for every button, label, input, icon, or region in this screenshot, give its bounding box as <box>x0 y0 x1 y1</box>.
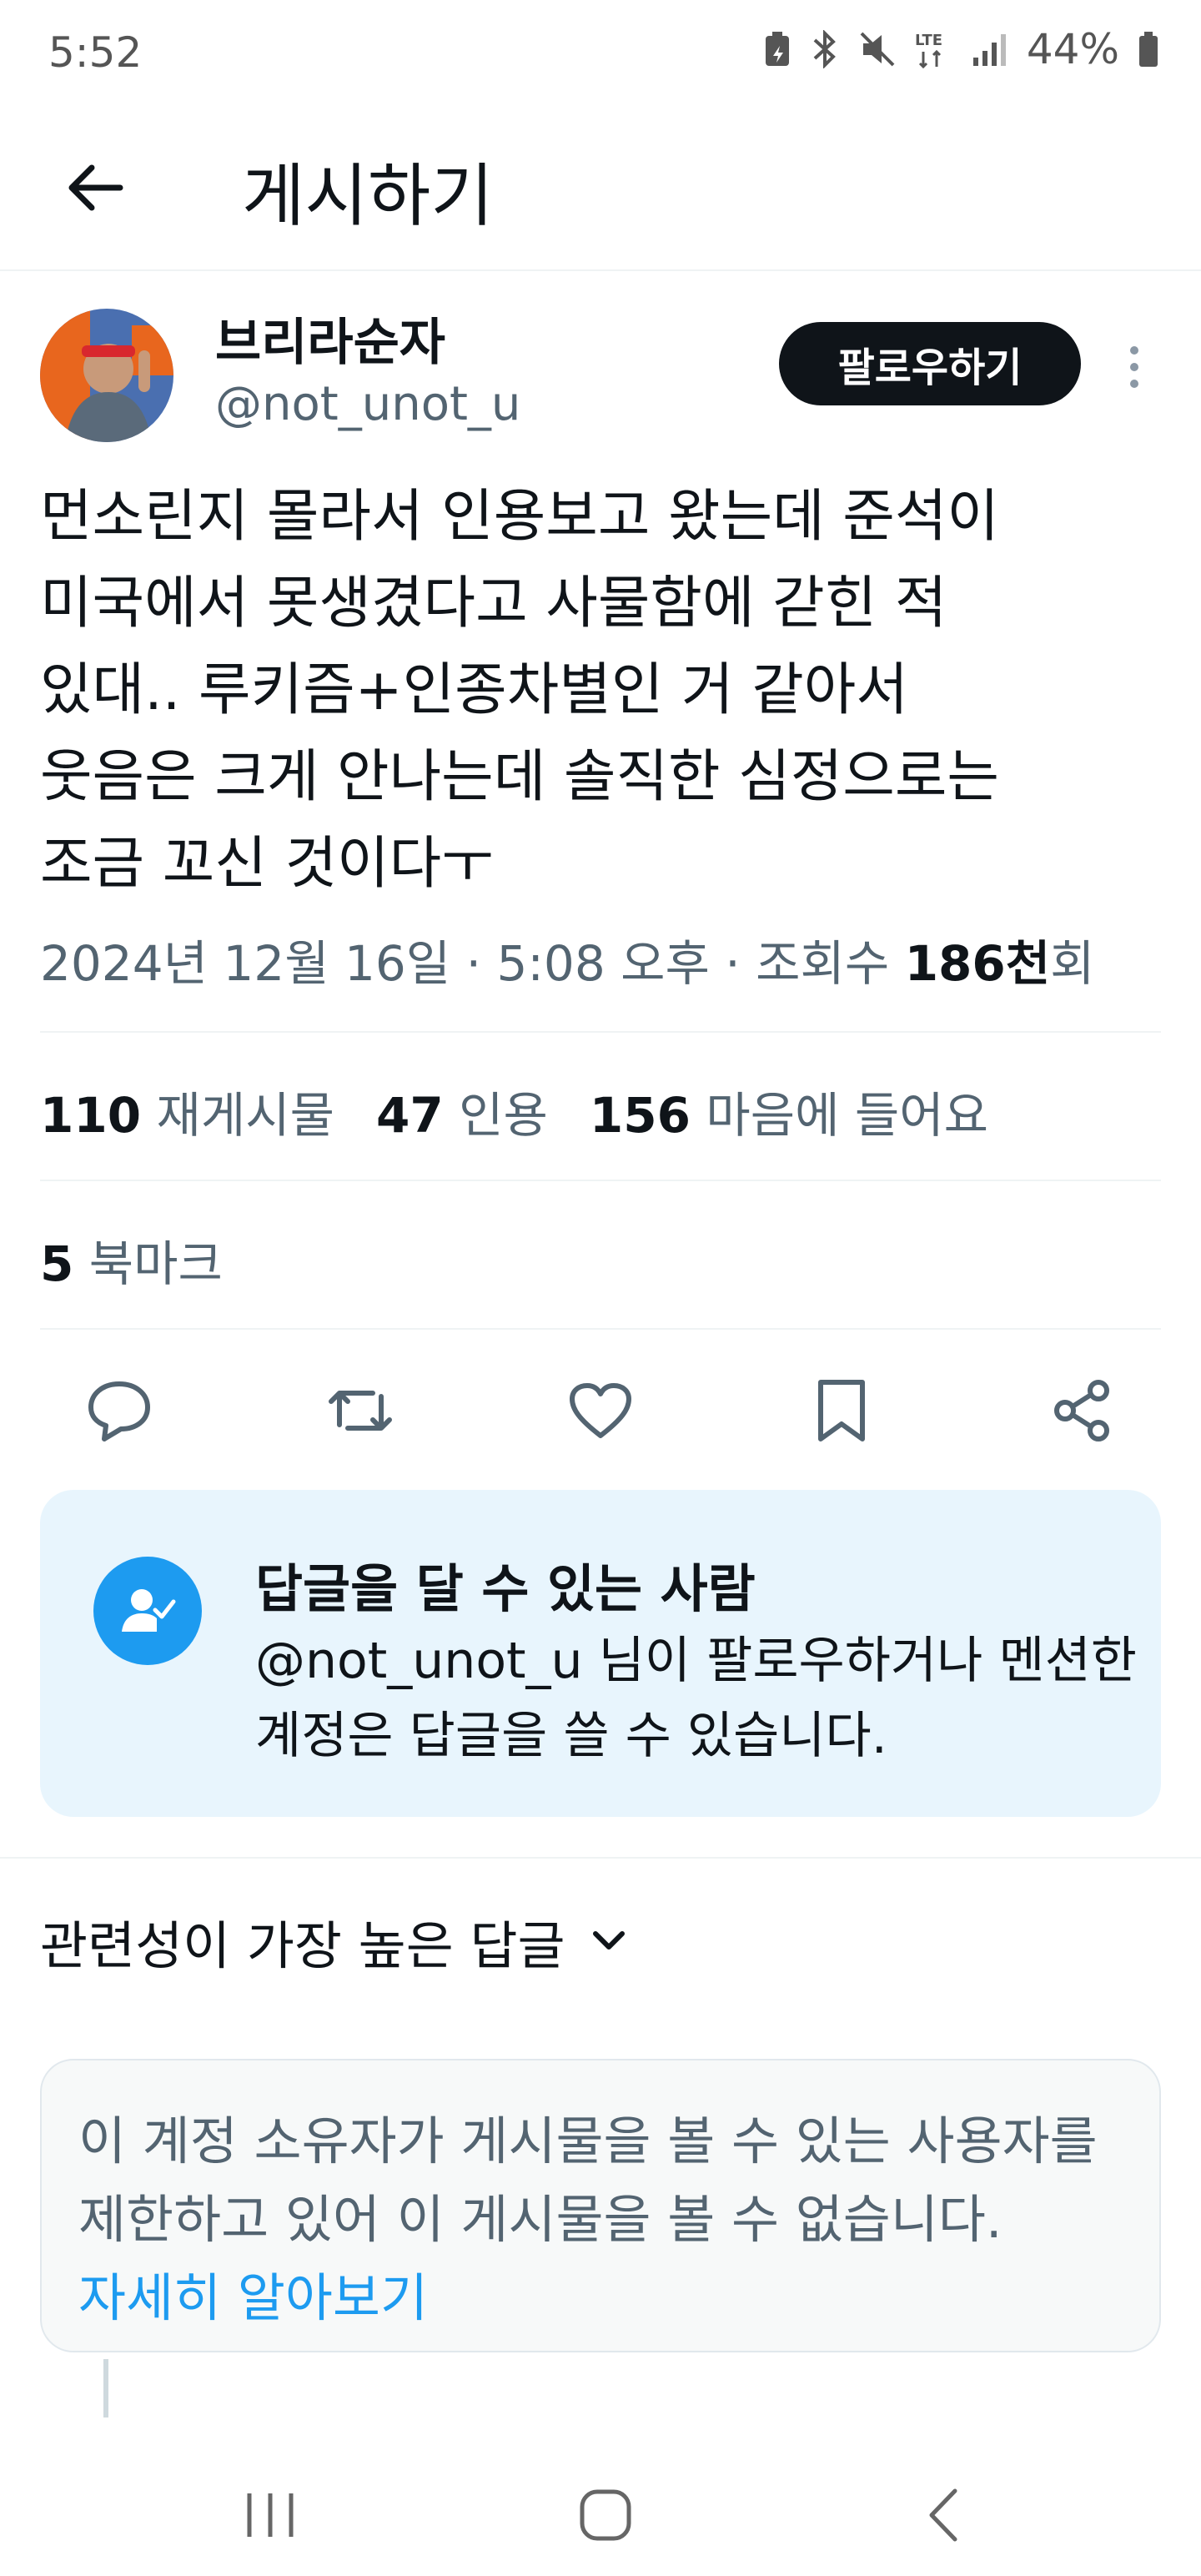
svg-text:LTE: LTE <box>915 32 942 49</box>
quotes-count: 47 <box>375 1087 444 1144</box>
reply-button[interactable] <box>82 1373 157 1448</box>
reposts-count: 110 <box>40 1087 142 1144</box>
reply-sort-dropdown[interactable]: 관련성이 가장 높은 답글 <box>40 1904 627 1979</box>
author-handle[interactable]: @not_unot_u <box>215 377 520 431</box>
bluetooth-icon <box>813 30 836 68</box>
likes-label: 마음에 들어요 <box>706 1087 988 1144</box>
learn-more-link[interactable]: 자세히 알아보기 <box>78 2259 1123 2337</box>
system-navigation-bar <box>0 2453 1201 2576</box>
recent-apps-button[interactable] <box>220 2478 320 2553</box>
post-text: 먼소린지 몰라서 인용보고 왔는데 준석이 미국에서 못생겼다고 사물함에 갇힌… <box>40 484 999 897</box>
author-avatar[interactable] <box>40 309 173 442</box>
likes-count: 156 <box>589 1087 691 1144</box>
bookmark-icon <box>817 1380 865 1441</box>
repost-icon <box>328 1391 392 1431</box>
bookmark-button[interactable] <box>804 1373 879 1448</box>
lte-icon: LTE <box>915 32 942 69</box>
author-name[interactable]: 브리라순자 <box>215 302 445 375</box>
more-dot <box>1130 363 1138 371</box>
bookmarks-count: 5 <box>40 1235 74 1292</box>
engagement-stats: 110 재게시물 47 인용 156 마음에 들어요 <box>40 1076 988 1146</box>
back-button[interactable] <box>57 150 132 225</box>
action-bar <box>40 1365 1161 1457</box>
mute-icon <box>860 32 895 67</box>
recent-apps-icon <box>247 2493 294 2537</box>
status-bar: 5:52 LTE 44% <box>0 0 1201 108</box>
avatar-image <box>40 309 173 442</box>
person-check-icon <box>93 1557 202 1665</box>
system-back-button[interactable] <box>892 2478 992 2553</box>
more-vertical-icon <box>1130 346 1138 355</box>
more-dot <box>1130 380 1138 388</box>
share-button[interactable] <box>1044 1373 1119 1448</box>
divider <box>40 1180 1161 1181</box>
bookmarks-stat[interactable]: 5 북마크 <box>40 1225 223 1295</box>
battery-icon <box>1139 32 1158 67</box>
bookmarks-label: 북마크 <box>88 1235 223 1292</box>
post-timestamp: 2024년 12월 16일 · 5:08 오후 · 조회수 <box>40 935 905 992</box>
status-time: 5:52 <box>48 28 143 77</box>
page-title: 게시하기 <box>242 157 494 236</box>
reply-permission-card: 답글을 달 수 있는 사람 @not_unot_u 님이 팔로우하거나 멘션한 … <box>40 1490 1161 1817</box>
hidden-post-text: 이 계정 소유자가 게시물을 볼 수 있는 사용자를 제한하고 있어 이 게시물… <box>78 2111 1098 2250</box>
battery-percent: 44% <box>1026 25 1119 73</box>
status-icons: LTE 44% <box>763 25 1159 73</box>
quotes-label: 인용 <box>459 1087 548 1144</box>
system-back-icon <box>929 2488 957 2542</box>
comment-icon <box>88 1381 150 1441</box>
divider <box>40 1328 1161 1330</box>
hidden-post-notice: 이 계정 소유자가 게시물을 볼 수 있는 사용자를 제한하고 있어 이 게시물… <box>40 2059 1161 2352</box>
heart-icon <box>570 1383 631 1438</box>
reposts-stat[interactable]: 110 재게시물 <box>40 1076 334 1146</box>
quotes-stat[interactable]: 47 인용 <box>376 1076 548 1146</box>
thread-line <box>103 2359 108 2418</box>
like-button[interactable] <box>563 1373 638 1448</box>
likes-stat[interactable]: 156 마음에 들어요 <box>590 1076 988 1146</box>
more-options-button[interactable] <box>1109 334 1159 400</box>
share-icon <box>1054 1380 1109 1441</box>
chevron-down-icon <box>592 1931 625 1950</box>
reposts-label: 재게시물 <box>156 1087 334 1144</box>
view-count: 186천 <box>904 935 1051 992</box>
top-app-bar: 게시하기 <box>0 108 1201 271</box>
section-divider <box>0 1857 1201 1859</box>
reply-sort-label: 관련성이 가장 높은 답글 <box>40 1915 565 1976</box>
signal-icon <box>972 34 1006 66</box>
divider <box>40 1031 1161 1033</box>
follow-button[interactable]: 팔로우하기 <box>779 322 1081 405</box>
view-count-suffix: 회 <box>1050 935 1095 992</box>
home-icon <box>580 2489 631 2541</box>
data-saver-icon <box>765 32 789 66</box>
reply-permission-body: @not_unot_u 님이 팔로우하거나 멘션한 계정은 답글을 쓸 수 있습… <box>255 1632 1137 1765</box>
home-button[interactable] <box>555 2478 656 2553</box>
repost-button[interactable] <box>323 1373 398 1448</box>
arrow-left-icon <box>68 164 123 211</box>
post-meta: 2024년 12월 16일 · 5:08 오후 · 조회수 186천회 <box>40 924 1095 994</box>
reply-permission-title: 답글을 달 수 있는 사람 <box>255 1558 756 1619</box>
